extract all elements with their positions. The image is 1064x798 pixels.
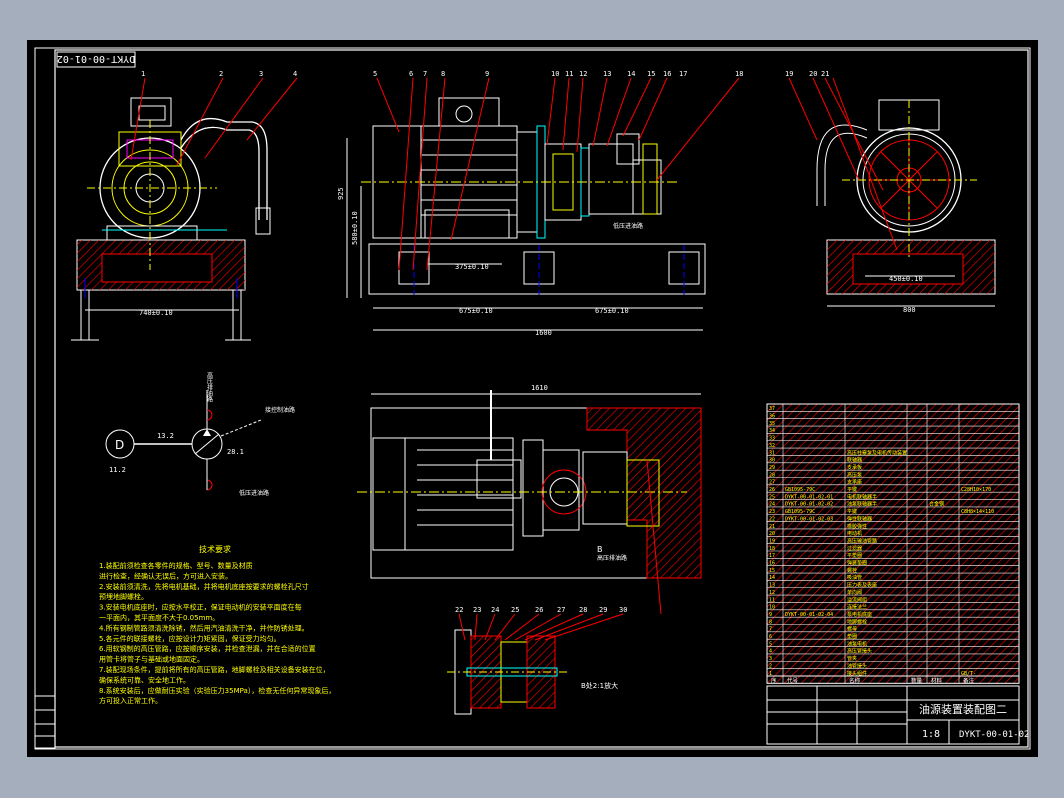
top-view: 1610 高压排油路 B bbox=[357, 384, 702, 615]
note-line: 5.各元件的联接螺栓，应按设计力矩紧固，保证受力均匀。 bbox=[99, 634, 281, 643]
balloon-label: 1 bbox=[141, 70, 145, 78]
technical-notes: 技术要求 1.装配前须检查各零件的规格、型号、数量及材质 进行检查，经确认无误后… bbox=[99, 544, 335, 705]
balloon-label: 11 bbox=[565, 70, 573, 78]
bom-header-cell: 序 bbox=[771, 676, 777, 684]
detail-balloon-label: 23 bbox=[473, 606, 481, 614]
hydraulic-schematic: D 11.2 13.2 28.1 高压排油路 低压进油路 接控制油路 bbox=[105, 371, 295, 497]
note-line: 6.用软钢制的高压管路，应按顺序安装，并检查泄漏，并在合适的位置 bbox=[99, 644, 316, 653]
balloon-leader bbox=[534, 613, 604, 641]
right-dim-width: 800 bbox=[903, 306, 916, 314]
enlarged-label: B处2:1放大 bbox=[581, 681, 618, 690]
side-dim-center: 580±0.10 bbox=[351, 211, 359, 245]
high-pressure-label-schem: 高压排油路 bbox=[206, 371, 213, 403]
balloon-label: 10 bbox=[551, 70, 559, 78]
side-view: 925 580±0.10 375±0.10 675±0.10 675±0.10 … bbox=[337, 77, 740, 337]
balloon-leader bbox=[458, 613, 466, 641]
balloon-label: 19 bbox=[785, 70, 793, 78]
note-line: 预埋地脚螺栓。 bbox=[99, 592, 148, 601]
note-line: 方可投入正常工作。 bbox=[99, 696, 162, 705]
note-line: 8.系统安装后，应做耐压实验（实验压力35MPa），检查无任何异常现象后， bbox=[99, 686, 335, 695]
balloon-label: 5 bbox=[373, 70, 377, 78]
balloon-label: 8 bbox=[441, 70, 445, 78]
left-margin-boxes bbox=[34, 695, 56, 749]
bom-header-cell: 数量 bbox=[911, 676, 923, 684]
balloon-label: 13 bbox=[603, 70, 611, 78]
right-dim-inner: 450±0.10 bbox=[889, 275, 923, 283]
balloon-label: 6 bbox=[409, 70, 413, 78]
detail-balloon-label: 25 bbox=[511, 606, 519, 614]
high-pressure-label: 高压排油路 bbox=[597, 554, 627, 562]
balloon-label: 12 bbox=[579, 70, 587, 78]
drawing-scale: 1:8 bbox=[922, 729, 940, 740]
note-line: 进行检查，经确认无误后，方可进入安装。 bbox=[99, 571, 232, 580]
low-pressure-label-schem: 低压进油路 bbox=[239, 489, 269, 497]
note-line: 4.所有钢制管路须清洗除锈，然后用汽油清洗干净，并作防锈处理。 bbox=[99, 623, 309, 632]
note-line: 1.装配前须检查各零件的规格、型号、数量及材质 bbox=[99, 561, 253, 570]
link-num: 13.2 bbox=[157, 432, 174, 440]
motor-symbol: D bbox=[115, 438, 124, 452]
detail-balloon-label: 24 bbox=[491, 606, 499, 614]
base-dim-left: 675±0.10 bbox=[459, 307, 493, 315]
balloon-label: 4 bbox=[293, 70, 297, 78]
bom-header-cell: 备注 bbox=[963, 676, 975, 684]
bom-header-cell: 材料 bbox=[931, 676, 943, 684]
note-line: 一平面内，其平面度不大于0.05mm。 bbox=[99, 613, 219, 622]
balloon-leader bbox=[544, 613, 624, 641]
ctrl-label: 接控制油路 bbox=[265, 406, 295, 414]
bill-of-materials: 37363534333231 高压柱塞泵及电机传动装置30 联轴器29 支承板28 高压… bbox=[766, 403, 1020, 684]
bom-header-cell: 名称 bbox=[849, 676, 861, 684]
balloon-label: 7 bbox=[423, 70, 427, 78]
low-pressure-label: 低压进油路 bbox=[613, 222, 643, 230]
side-dim-height: 925 bbox=[337, 187, 345, 200]
title-block: 油源装置装配图二 1:8 DYKT-00-01-02 bbox=[766, 685, 1029, 745]
balloon-label: 9 bbox=[485, 70, 489, 78]
motor-num: 11.2 bbox=[109, 466, 126, 474]
front-view: 740±0.10 bbox=[71, 77, 298, 341]
balloon-label: 15 bbox=[647, 70, 655, 78]
balloon-leader bbox=[494, 613, 516, 641]
top-dim-length: 1610 bbox=[531, 384, 548, 392]
balloon-label: 16 bbox=[663, 70, 671, 78]
balloon-label: 2 bbox=[219, 70, 223, 78]
note-line: 确保系统可靠、安全地工作。 bbox=[99, 675, 190, 684]
balloon-label: 20 bbox=[809, 70, 817, 78]
detail-balloon-label: 29 bbox=[599, 606, 607, 614]
detail-balloon-label: 30 bbox=[619, 606, 627, 614]
drawing-title: 油源装置装配图二 bbox=[919, 702, 1007, 716]
balloon-label: 3 bbox=[259, 70, 263, 78]
cad-drawing: DYKT-00-01-02 740±0.10 925 580±0.10 375±… bbox=[34, 47, 1031, 750]
note-line: 7.装配现场条件，提前将所有的高压管路，地脚螺栓及相关设备安装在位， bbox=[99, 665, 330, 674]
detail-b-view: B处2:1放大 bbox=[447, 629, 618, 715]
drawing-sheet: DYKT-00-01-02 740±0.10 925 580±0.10 375±… bbox=[27, 40, 1038, 757]
base-length: 1600 bbox=[535, 329, 552, 337]
bom-header-cell: 代号 bbox=[787, 676, 799, 684]
notes-title: 技术要求 bbox=[199, 544, 231, 554]
detail-balloon-label: 22 bbox=[455, 606, 463, 614]
note-line: 2.安装前须清洗，先将电机基础，并将电机底座按要求的螺栓孔尺寸 bbox=[99, 582, 309, 591]
balloon-label: 14 bbox=[627, 70, 635, 78]
pump-num: 28.1 bbox=[227, 448, 244, 456]
right-view: 450±0.10 800 bbox=[788, 77, 996, 314]
note-line: 用管卡将管子与基础或地面固定。 bbox=[99, 655, 204, 664]
detail-b-label: B bbox=[597, 545, 603, 554]
flipped-drawing-code: DYKT-00-01-02 bbox=[57, 53, 135, 64]
balloon-label: 17 bbox=[679, 70, 687, 78]
mount-dim: 375±0.10 bbox=[455, 263, 489, 271]
detail-balloon-label: 27 bbox=[557, 606, 565, 614]
detail-balloon-label: 26 bbox=[535, 606, 543, 614]
balloon-label: 18 bbox=[735, 70, 743, 78]
note-line: 3.安装电机底座时，应按水平校正，保证电动机的安装平面度在每 bbox=[99, 603, 302, 612]
balloon-label: 21 bbox=[821, 70, 829, 78]
detail-balloon-label: 28 bbox=[579, 606, 587, 614]
drawing-code: DYKT-00-01-02 bbox=[959, 730, 1029, 740]
front-dim-width: 740±0.10 bbox=[139, 309, 173, 317]
base-dim-right: 675±0.10 bbox=[595, 307, 629, 315]
